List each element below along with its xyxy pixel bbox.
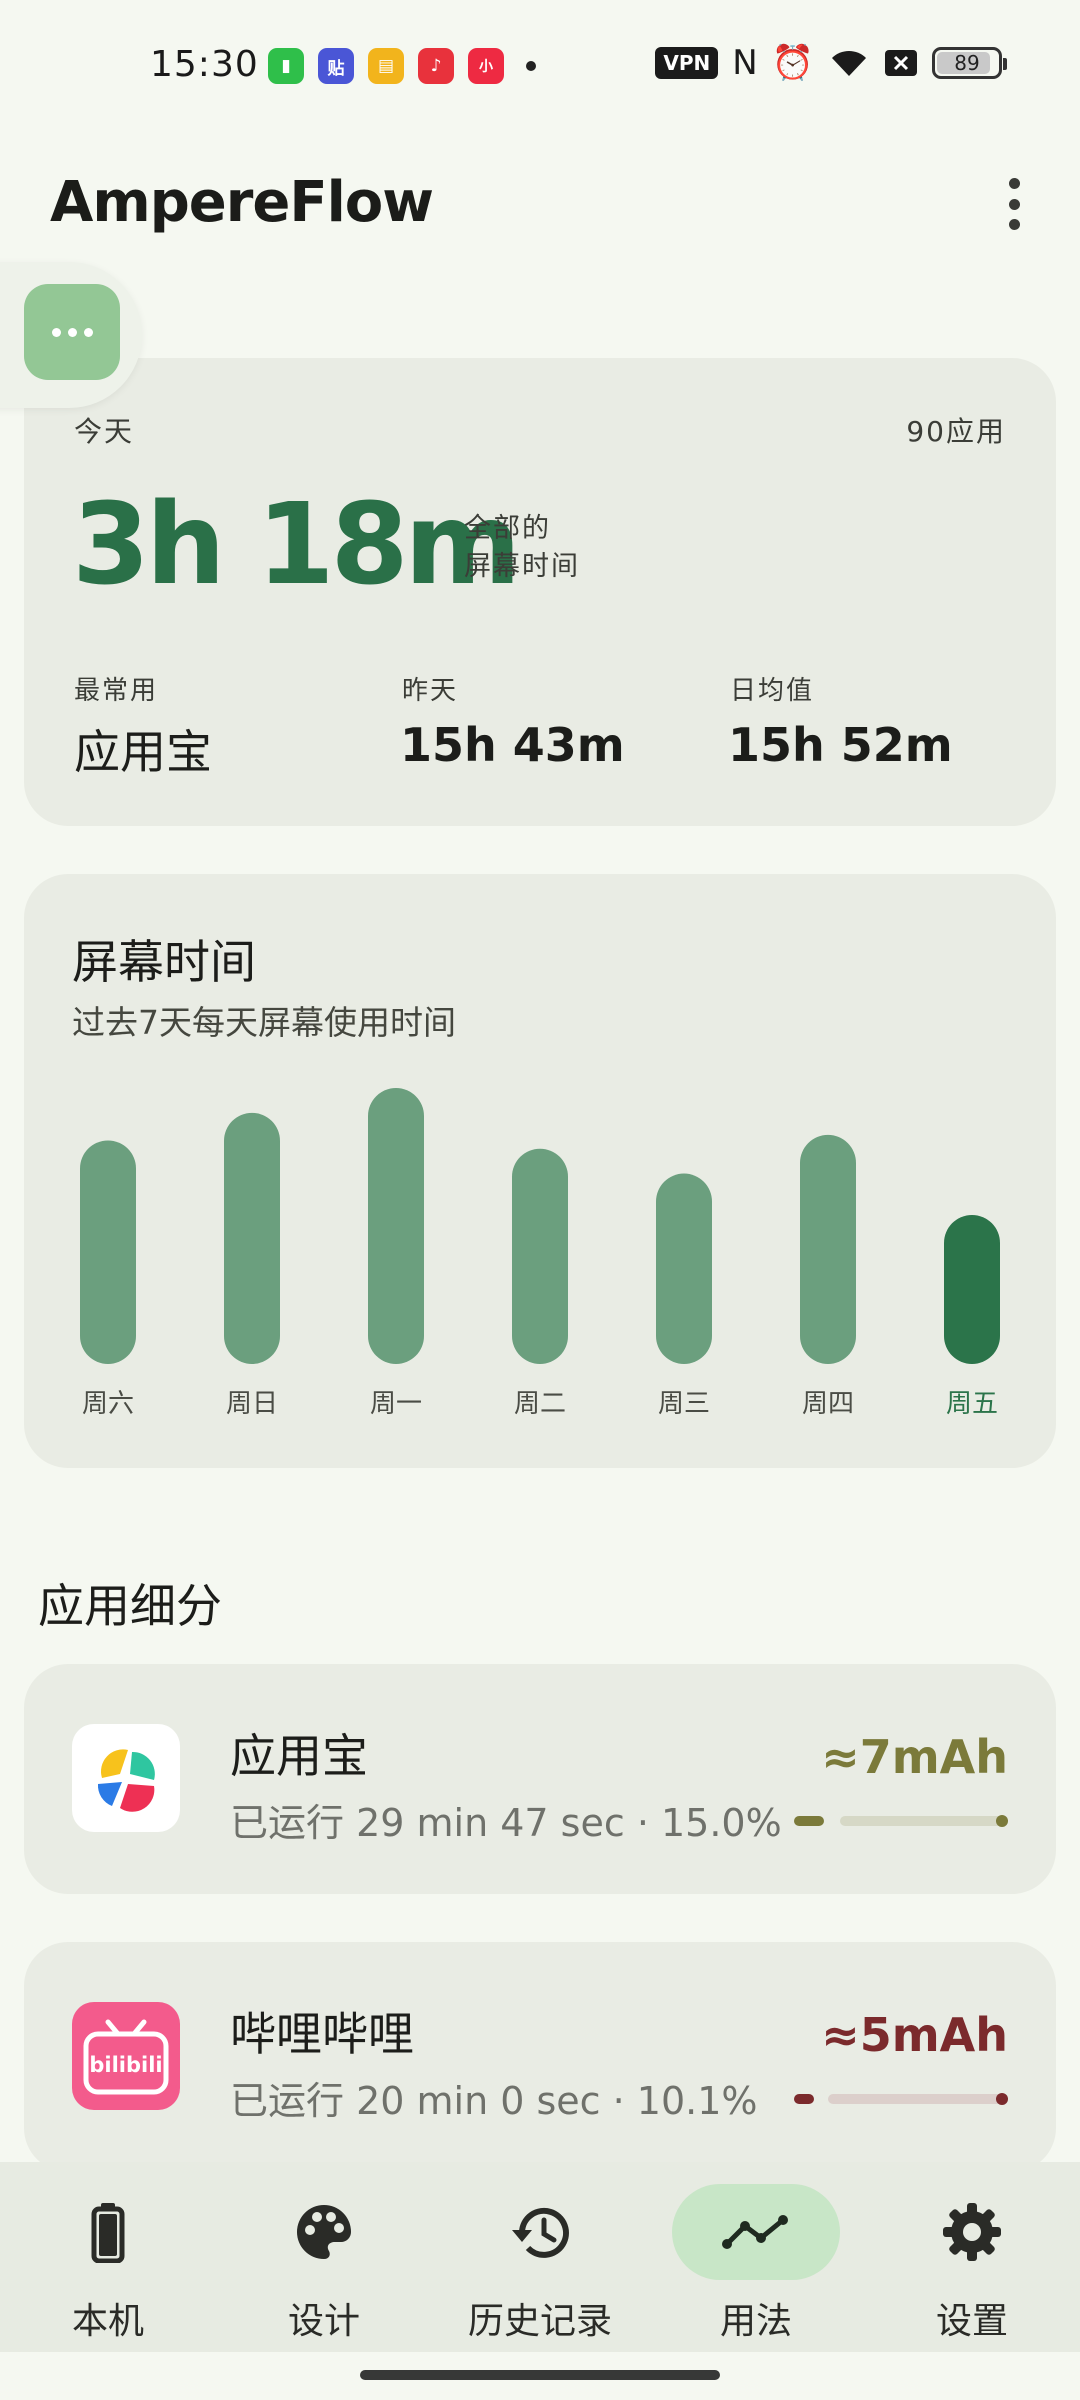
- usage-meter-track: [828, 2094, 1008, 2104]
- xiaohongshu-icon: 小: [468, 48, 504, 84]
- screen-time-bar-chart: 周六 周日 周一 周二 周三 周四 周五: [80, 1088, 1000, 1419]
- vpn-icon: VPN: [655, 47, 719, 79]
- app-runtime: 已运行 20 min 0 sec · 10.1%: [230, 2079, 758, 2123]
- system-icons: VPN N ⏰ 89: [655, 43, 1007, 83]
- nav-item-device[interactable]: 本机: [0, 2162, 216, 2352]
- music-icon: ♪: [418, 48, 454, 84]
- app-usage-item[interactable]: 应用宝 已运行 29 min 47 sec · 15.0% ≈7mAh: [24, 1664, 1056, 1894]
- yesterday-label: 昨天: [402, 676, 459, 706]
- app-energy-usage: ≈5mAh: [821, 2008, 1008, 2062]
- battery-icon: [91, 2203, 125, 2263]
- reader-icon: ▤: [368, 48, 404, 84]
- nav-label: 历史记录: [467, 2301, 612, 2342]
- usage-meter-end: [996, 2093, 1008, 2105]
- palette-icon: [296, 2205, 351, 2259]
- nav-icon-container: [24, 2184, 192, 2280]
- usage-meter-fill: [794, 2094, 814, 2104]
- nav-label: 本机: [71, 2301, 144, 2342]
- today-summary-card: 今天 90应用 3h 18m 全部的 屏幕时间 最常用 应用宝 昨天 15h 4…: [24, 358, 1056, 826]
- app-title: AmpereFlow: [50, 170, 434, 235]
- app-name: 应用宝: [230, 1729, 368, 1783]
- nav-label: 用法: [719, 2301, 792, 2342]
- bottom-navigation: 本机 设计 历史记录 用法 设置: [0, 2162, 1080, 2352]
- usage-meter-fill: [794, 1816, 824, 1826]
- most-used-value: 应用宝: [74, 725, 212, 779]
- total-caption-line1: 全部的: [464, 513, 551, 544]
- usage-meter-end: [996, 1815, 1008, 1827]
- chart-x-label-1: 周日: [226, 1389, 278, 1419]
- chart-bar-4: [656, 1173, 712, 1364]
- dot-icon: [1008, 198, 1020, 210]
- usage-trend-icon: [722, 2215, 788, 2249]
- bilibili-app-icon: bilibili: [72, 2002, 180, 2110]
- usage-meter-track: [840, 1816, 1008, 1826]
- battery-app-icon: ▮: [268, 48, 304, 84]
- status-bar: 15:30 ▮ 贴 ▤ ♪ 小 VPN N ⏰ 89: [0, 0, 1080, 136]
- nav-icon-container: [240, 2184, 408, 2280]
- app-usage-meter: [794, 1814, 1008, 1828]
- history-icon: [512, 2207, 569, 2258]
- dot-icon: [83, 327, 93, 337]
- chart-x-label-3: 周二: [514, 1389, 566, 1419]
- chart-bar-0: [80, 1140, 136, 1364]
- nav-label: 设计: [287, 2301, 360, 2342]
- chart-x-label-5: 周四: [802, 1389, 854, 1419]
- nav-icon-container: [888, 2184, 1056, 2280]
- svg-text:bilibili: bilibili: [89, 2053, 162, 2077]
- status-time: 15:30: [150, 44, 259, 85]
- daily-average-value: 15h 52m: [728, 718, 953, 772]
- nav-icon-container: [456, 2184, 624, 2280]
- chart-x-label-6: 周五: [946, 1389, 998, 1419]
- battery-status-icon: 89: [932, 47, 1007, 79]
- nav-icon-container: [672, 2184, 840, 2280]
- more-options-button[interactable]: [996, 172, 1032, 236]
- nav-label: 设置: [935, 2301, 1008, 2342]
- gear-icon: [943, 2203, 1001, 2261]
- chart-bar-5: [800, 1134, 856, 1364]
- chart-x-label-4: 周三: [658, 1389, 710, 1419]
- no-sim-icon: [885, 50, 917, 76]
- app-runtime: 已运行 29 min 47 sec · 15.0%: [230, 1801, 782, 1845]
- app-usage-meter: [794, 2092, 1008, 2106]
- most-used-label: 最常用: [74, 676, 159, 706]
- app-breakdown-title: 应用细分: [38, 1579, 222, 1633]
- total-caption-line2: 屏幕时间: [464, 551, 580, 582]
- nav-item-settings[interactable]: 设置: [864, 2162, 1080, 2352]
- nav-item-history[interactable]: 历史记录: [432, 2162, 648, 2352]
- app-energy-usage: ≈7mAh: [821, 1730, 1008, 1784]
- chart-bar-2: [368, 1088, 424, 1364]
- app-usage-item[interactable]: bilibili 哔哩哔哩 已运行 20 min 0 sec · 10.1% ≈…: [24, 1942, 1056, 2172]
- screen-time-chart-card: 屏幕时间 过去7天每天屏幕使用时间 周六 周日 周一 周二 周三 周四 周五: [24, 874, 1056, 1468]
- dot-icon: [67, 327, 77, 337]
- chart-bar-1: [224, 1112, 280, 1364]
- nav-item-design[interactable]: 设计: [216, 2162, 432, 2352]
- nav-item-usage[interactable]: 用法: [648, 2162, 864, 2352]
- app-name: 哔哩哔哩: [230, 2007, 414, 2061]
- today-label: 今天: [74, 415, 135, 448]
- chart-x-label-0: 周六: [82, 1389, 134, 1419]
- daily-average-label: 日均值: [730, 676, 815, 706]
- chart-bar-6: [944, 1214, 1000, 1364]
- floating-menu-button[interactable]: [24, 284, 120, 380]
- nfc-icon: N: [732, 43, 758, 83]
- gesture-navigation-bar[interactable]: [360, 2370, 720, 2380]
- more-notifications-dot-icon: [526, 61, 536, 71]
- chart-bar-3: [512, 1148, 568, 1364]
- yesterday-value: 15h 43m: [400, 718, 625, 772]
- notification-icons: ▮ 贴 ▤ ♪ 小: [268, 48, 536, 84]
- wifi-icon: [832, 50, 866, 76]
- dot-icon: [1008, 219, 1020, 230]
- tieba-icon: 贴: [318, 48, 354, 84]
- total-screen-time: 3h 18m: [72, 480, 521, 610]
- dot-icon: [1008, 178, 1020, 189]
- chart-x-label-2: 周一: [370, 1389, 422, 1419]
- yingyongbao-app-icon: [72, 1724, 180, 1832]
- alarm-icon: ⏰: [771, 43, 814, 83]
- apps-count: 90应用: [906, 415, 1006, 448]
- dot-icon: [51, 327, 61, 337]
- total-caption: 全部的 屏幕时间: [464, 510, 580, 586]
